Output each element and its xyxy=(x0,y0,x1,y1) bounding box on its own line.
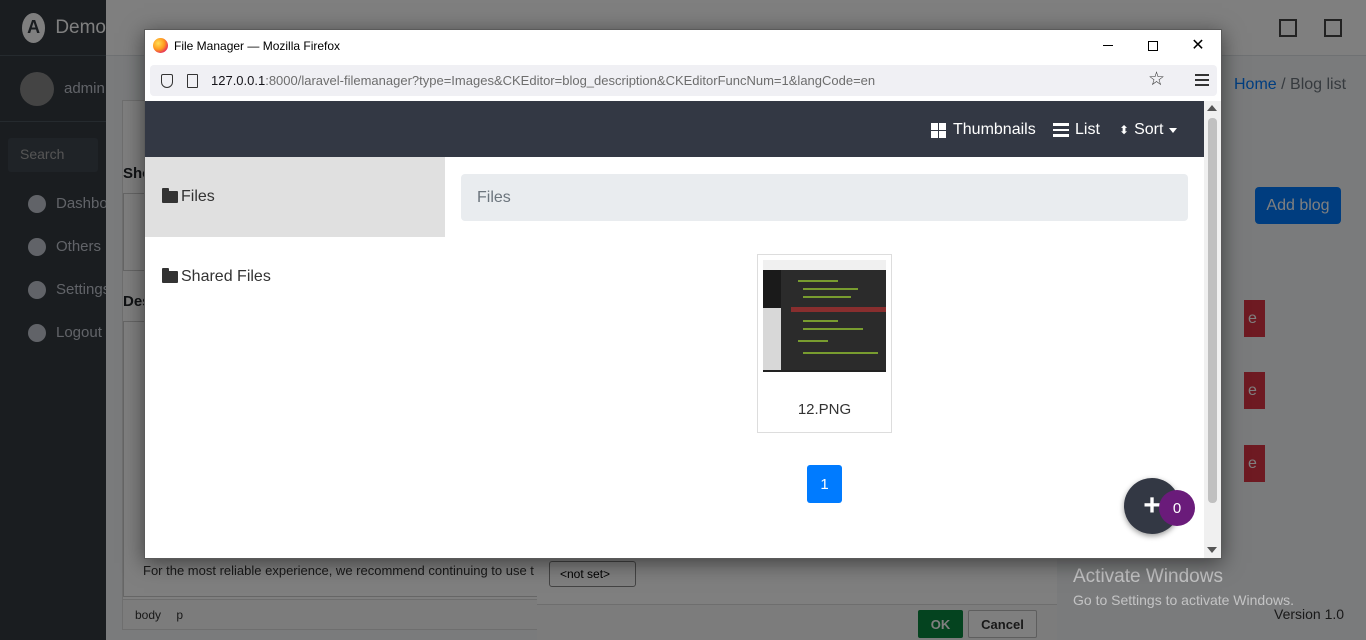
caret-down-icon xyxy=(1169,127,1178,133)
bookmark-star-icon[interactable]: ☆ xyxy=(1148,70,1165,89)
maximize-icon xyxy=(1148,40,1158,51)
scroll-up-icon[interactable] xyxy=(1207,105,1217,111)
file-thumbnail xyxy=(763,260,886,385)
file-item[interactable]: 12.PNG xyxy=(757,254,892,433)
sidebar-item-files[interactable]: Files xyxy=(145,157,445,237)
firefox-logo-icon xyxy=(153,38,168,53)
url-host: 127.0.0.1 xyxy=(211,73,266,88)
thumbnails-view-button[interactable]: Thumbnails xyxy=(931,121,1036,139)
file-name: 12.PNG xyxy=(797,401,852,418)
list-label: List xyxy=(1075,121,1100,138)
firefox-popup-window: File Manager — Mozilla Firefox ✕ 127.0.0… xyxy=(144,29,1222,559)
selected-count-badge: 0 xyxy=(1159,490,1195,526)
sort-dropdown[interactable]: ⬍ Sort xyxy=(1119,121,1178,139)
url-path: :8000/laravel-filemanager?type=Images&CK… xyxy=(265,73,876,88)
window-titlebar[interactable]: File Manager — Mozilla Firefox ✕ xyxy=(145,30,1221,61)
address-bar[interactable]: 127.0.0.1:8000/laravel-filemanager?type=… xyxy=(150,65,1217,96)
scrollbar-thumb[interactable] xyxy=(1208,118,1217,503)
sidebar-item-label: Files xyxy=(181,188,215,205)
sort-icon: ⬍ xyxy=(1119,123,1130,137)
grid-icon xyxy=(931,122,946,138)
maximize-button[interactable] xyxy=(1130,30,1176,61)
file-manager-page: Thumbnails List ⬍ Sort Files Shared File… xyxy=(145,101,1204,558)
list-view-button[interactable]: List xyxy=(1053,121,1100,139)
sidebar-item-label: Shared Files xyxy=(181,268,271,285)
window-title: File Manager — Mozilla Firefox xyxy=(174,38,341,53)
activate-title: Activate Windows xyxy=(1073,566,1223,587)
folder-icon xyxy=(162,268,178,283)
vertical-scrollbar[interactable] xyxy=(1204,101,1221,558)
url-text[interactable]: 127.0.0.1:8000/laravel-filemanager?type=… xyxy=(211,73,875,88)
list-icon xyxy=(1053,123,1069,137)
pagination-page[interactable]: 1 xyxy=(807,465,842,503)
folder-open-icon xyxy=(162,188,178,203)
windows-activation-watermark: Activate Windows Go to Settings to activ… xyxy=(1073,566,1294,608)
scroll-down-icon[interactable] xyxy=(1207,547,1217,553)
page-info-icon[interactable] xyxy=(187,73,198,88)
tracking-protection-icon[interactable] xyxy=(161,73,173,88)
file-manager-toolbar: Thumbnails List ⬍ Sort xyxy=(145,101,1204,157)
sort-label: Sort xyxy=(1134,121,1164,138)
folder-breadcrumb: Files xyxy=(461,174,1188,221)
thumbnails-label: Thumbnails xyxy=(953,121,1036,138)
minimize-icon xyxy=(1103,45,1113,46)
close-button[interactable]: ✕ xyxy=(1175,30,1221,61)
activate-subtitle: Go to Settings to activate Windows. xyxy=(1073,592,1294,608)
sidebar-item-shared-files[interactable]: Shared Files xyxy=(145,237,445,317)
close-icon: ✕ xyxy=(1191,36,1205,54)
hamburger-menu-icon[interactable] xyxy=(1195,74,1209,86)
minimize-button[interactable] xyxy=(1085,30,1131,61)
